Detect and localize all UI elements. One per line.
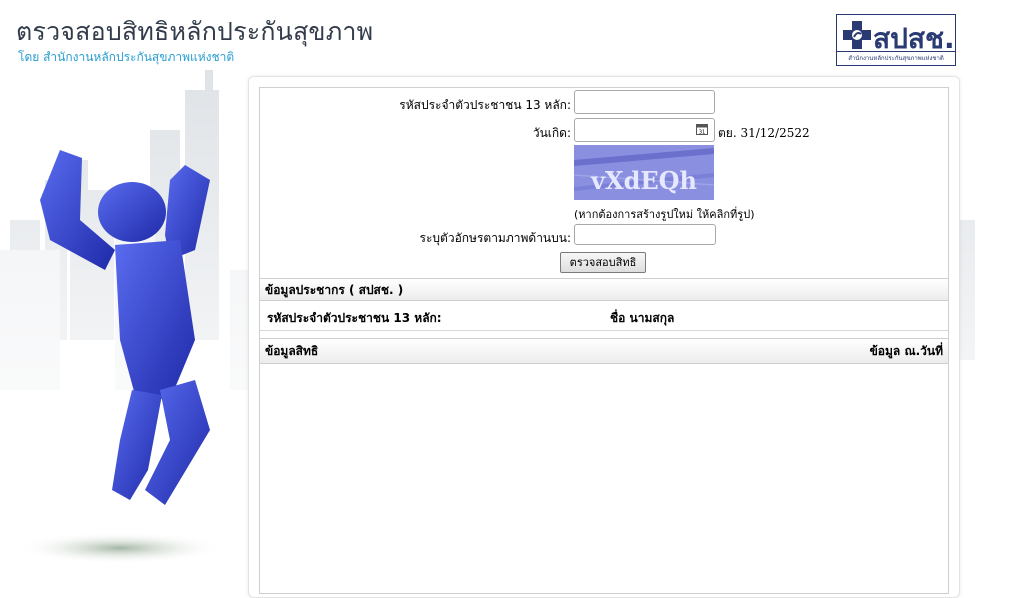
page-title: ตรวจสอบสิทธิหลักประกันสุขภาพ	[16, 17, 374, 46]
birth-date-input[interactable]: 31	[574, 118, 715, 142]
population-row: รหัสประจำตัวประชาชน 13 หลัก: ชื่อ นามสกุ…	[260, 305, 948, 331]
citizen-id-label: รหัสประจำตัวประชาชน 13 หลัก:	[399, 98, 571, 112]
nhso-logo: สปสช. สำนักงานหลักประกันสุขภาพแห่งชาติ	[836, 14, 956, 66]
calendar-icon[interactable]: 31	[696, 123, 708, 135]
main-panel: รหัสประจำตัวประชาชน 13 หลัก: วันเกิด: 31…	[248, 76, 960, 598]
check-rights-container: รหัสประจำตัวประชาชน 13 หลัก: วันเกิด: 31…	[259, 87, 949, 594]
rights-date-heading: ข้อมูล ณ.วันที่	[869, 344, 943, 358]
captcha-label: ระบุตัวอักษรตามภาพด้านบน:	[419, 231, 571, 245]
captcha-input[interactable]	[574, 224, 716, 245]
captcha-text: vXdEQh	[590, 166, 697, 195]
check-rights-button[interactable]: ตรวจสอบสิทธิ	[560, 252, 646, 273]
birth-date-hint: ตย. 31/12/2522	[718, 126, 810, 140]
population-id-label: รหัสประจำตัวประชาชน 13 หลัก:	[267, 311, 442, 325]
rights-heading: ข้อมูลสิทธิ	[265, 344, 319, 358]
population-heading: ข้อมูลประชากร ( สปสช. )	[265, 283, 404, 297]
calendar-day: 31	[699, 130, 705, 136]
population-name-label: ชื่อ นามสกุล	[610, 311, 675, 325]
medical-cross-icon	[843, 21, 871, 49]
captcha-image[interactable]: vXdEQh	[574, 145, 714, 200]
population-section-header: ข้อมูลประชากร ( สปสช. )	[260, 278, 948, 301]
rights-section-header: ข้อมูลสิทธิ ข้อมูล ณ.วันที่	[260, 338, 948, 364]
logo-subtext: สำนักงานหลักประกันสุขภาพแห่งชาติ	[837, 51, 955, 63]
captcha-refresh-note: (หากต้องการสร้างรูปใหม่ ให้คลิกที่รูป)	[574, 208, 755, 221]
page-subtitle: โดย สำนักงานหลักประกันสุขภาพแห่งชาติ	[18, 50, 235, 64]
jumping-person-mascot	[20, 150, 225, 564]
citizen-id-input[interactable]	[574, 90, 715, 114]
birth-date-label: วันเกิด:	[532, 126, 571, 140]
